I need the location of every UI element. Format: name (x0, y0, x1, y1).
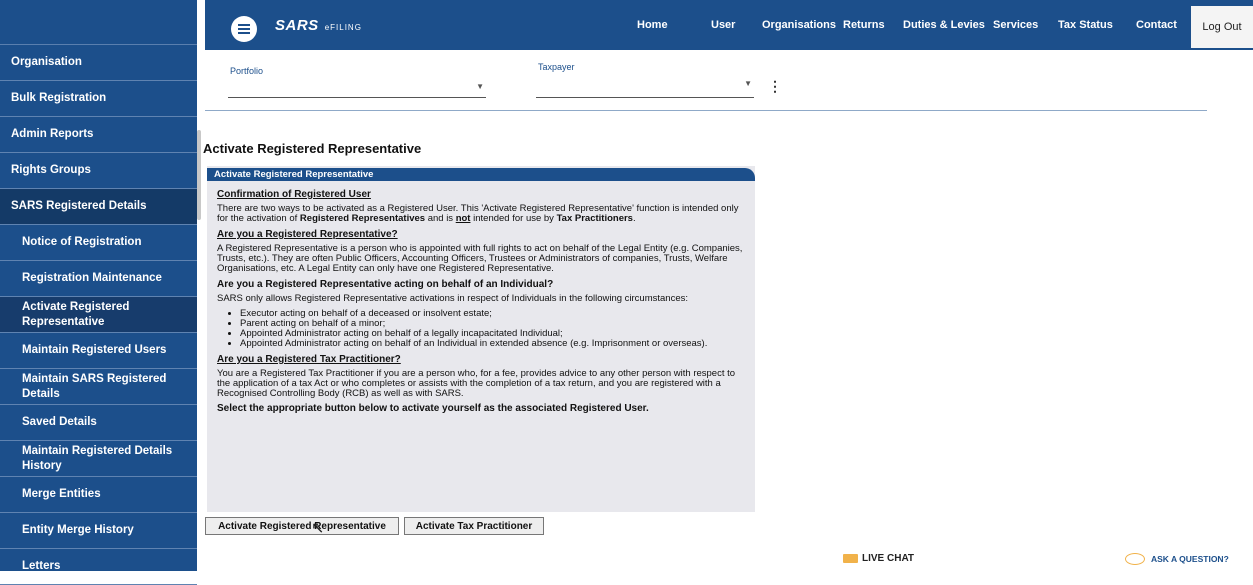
sidebar-item-maintain-registered-users[interactable]: Maintain Registered Users (0, 333, 197, 369)
activate-tax-practitioner-button[interactable]: Activate Tax Practitioner (404, 517, 544, 535)
paragraph: You are a Registered Tax Practitioner if… (217, 367, 736, 399)
ask-question-button[interactable]: ASK A QUESTION? (1125, 553, 1229, 565)
panel-header: Activate Registered Representative (207, 168, 755, 181)
taxpayer-select[interactable]: ▼ (536, 72, 754, 98)
sidebar-item-label: Rights Groups (11, 164, 91, 177)
section-heading: Are you a Registered Representative? (217, 228, 398, 240)
activate-registered-representative-button[interactable]: Activate Registered Representative (205, 517, 399, 535)
nav-returns[interactable]: Returns (843, 19, 885, 31)
sidebar-item-registration-maintenance[interactable]: Registration Maintenance (0, 261, 197, 297)
section-heading: Confirmation of Registered User (217, 189, 371, 200)
paragraph: There are two ways to be activated as a … (217, 203, 739, 224)
sidebar-item-label: Maintain SARS Registered Details (22, 373, 167, 400)
more-options-icon[interactable]: ⋮ (768, 78, 782, 95)
sidebar-item-maintain-registered-details-history[interactable]: Maintain Registered Details History (0, 441, 197, 477)
chat-icon (843, 554, 858, 563)
nav-services[interactable]: Services (993, 19, 1038, 31)
sidebar-item-label: Merge Entities (22, 488, 101, 501)
nav-duties-levies[interactable]: Duties & Levies (903, 19, 985, 31)
sidebar-item-label: Organisation (11, 56, 82, 69)
sidebar-item-activate-registered-representative[interactable]: Activate Registered Representative (0, 297, 197, 333)
page-title: Activate Registered Representative (203, 141, 422, 156)
sidebar-top (0, 0, 197, 45)
paragraph: Select the appropriate button below to a… (217, 402, 649, 414)
sidebar-item-label: Bulk Registration (11, 92, 107, 105)
sidebar-item-merge-entities[interactable]: Merge Entities (0, 477, 197, 513)
chevron-down-icon: ▼ (476, 82, 484, 91)
sidebar-item-label: Notice of Registration (22, 236, 142, 249)
circumstances-list: Executor acting on behalf of a deceased … (240, 308, 745, 349)
list-item: Appointed Administrator acting on behalf… (240, 338, 745, 349)
portfolio-select[interactable]: ▼ (228, 72, 486, 98)
sidebar-item-label: SARS Registered Details (11, 200, 147, 213)
sars-logo[interactable]: SARS eFILING (275, 17, 362, 34)
mouse-pointer-icon: ↖ (311, 520, 325, 537)
sidebar-item-sars-registered-details[interactable]: SARS Registered Details (0, 189, 197, 225)
nav-organisations[interactable]: Organisations (762, 19, 836, 31)
sidebar-item-organisation[interactable]: Organisation (0, 45, 197, 81)
chevron-down-icon: ▼ (744, 79, 752, 88)
paragraph: A Registered Representative is a person … (217, 242, 743, 274)
logout-button[interactable]: Log Out (1191, 6, 1253, 48)
paragraph: SARS only allows Registered Representati… (217, 292, 689, 304)
section-heading: Are you a Registered Tax Practitioner? (217, 353, 401, 365)
sidebar-item-bulk-registration[interactable]: Bulk Registration (0, 81, 197, 117)
sidebar-item-label: Registration Maintenance (22, 272, 162, 285)
hamburger-menu-icon[interactable] (231, 16, 257, 42)
live-chat-label: LIVE CHAT (862, 553, 915, 564)
speech-bubble-icon (1125, 553, 1145, 565)
sidebar: Organisation Bulk Registration Admin Rep… (0, 0, 197, 585)
sidebar-item-label: Maintain Registered Users (22, 344, 167, 357)
nav-user[interactable]: User (711, 19, 735, 31)
sidebar-item-label: Saved Details (22, 416, 97, 429)
nav-tax-status[interactable]: Tax Status (1058, 19, 1113, 31)
nav-contact[interactable]: Contact (1136, 19, 1177, 31)
sidebar-item-label: Admin Reports (11, 128, 94, 141)
section-heading: Are you a Registered Representative acti… (217, 278, 554, 290)
sidebar-item-label: Letters (22, 560, 61, 573)
ask-question-label: ASK A QUESTION? (1151, 554, 1229, 564)
sidebar-item-maintain-sars-registered-details[interactable]: Maintain SARS Registered Details (0, 369, 197, 405)
sidebar-item-label: Activate Registered Representative (22, 301, 130, 328)
sidebar-item-notice-of-registration[interactable]: Notice of Registration (0, 225, 197, 261)
live-chat-button[interactable]: LIVE CHAT (843, 553, 914, 564)
nav-home[interactable]: Home (637, 19, 668, 31)
sidebar-item-saved-details[interactable]: Saved Details (0, 405, 197, 441)
sidebar-item-admin-reports[interactable]: Admin Reports (0, 117, 197, 153)
sidebar-item-entity-merge-history[interactable]: Entity Merge History (0, 513, 197, 549)
info-panel: Activate Registered Representative Confi… (207, 166, 755, 512)
sidebar-scrollbar[interactable] (197, 130, 201, 220)
sidebar-item-rights-groups[interactable]: Rights Groups (0, 153, 197, 189)
divider (205, 110, 1207, 111)
taxpayer-label: Taxpayer (538, 62, 575, 72)
sidebar-item-letters[interactable]: Letters (0, 549, 197, 585)
top-nav-bar: SARS eFILING Home User Organisations Retu… (205, 0, 1253, 50)
sidebar-item-label: Maintain Registered Details History (22, 445, 173, 472)
sidebar-item-label: Entity Merge History (22, 524, 134, 537)
